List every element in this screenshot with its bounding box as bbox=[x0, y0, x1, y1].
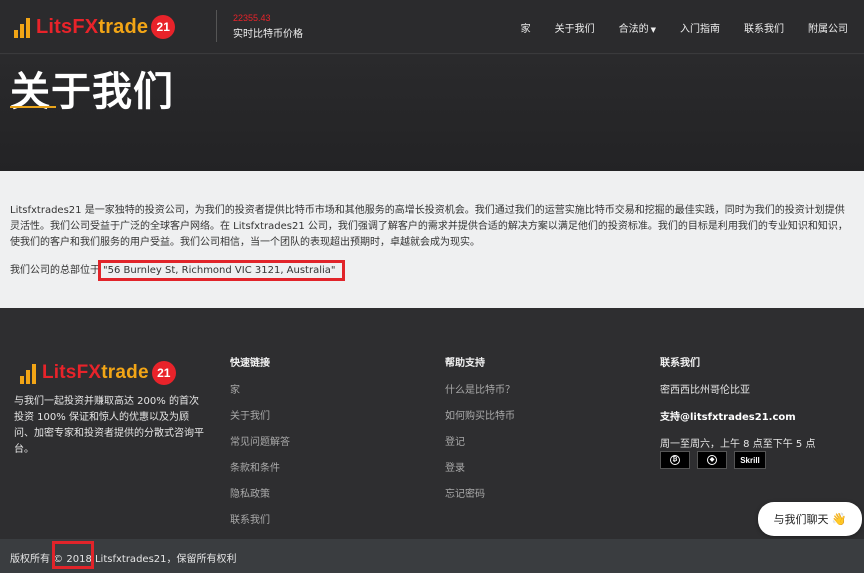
bitcoin-price-label: 实时比特币价格 bbox=[233, 29, 303, 40]
header-divider bbox=[216, 10, 217, 42]
address-highlight: "56 Burnley St, Richmond VIC 3121, Austr… bbox=[98, 260, 345, 281]
payment-methods: ₿ ◆ Skrill bbox=[660, 451, 773, 469]
main-nav: 家 关于我们 合法的 ▼ 入门指南 联系我们 附属公司 bbox=[497, 0, 848, 54]
contact-column: 联系我们 密西西比州哥伦比亚 支持@litsfxtrades21.com 周一至… bbox=[660, 354, 815, 462]
bar-chart-icon bbox=[12, 16, 34, 38]
bar-chart-icon bbox=[18, 362, 40, 384]
footer-link-forgot-password[interactable]: 忘记密码 bbox=[445, 485, 515, 500]
footer-link-how-to-buy[interactable]: 如何购买比特币 bbox=[445, 407, 515, 422]
footer-link-home[interactable]: 家 bbox=[230, 381, 290, 396]
chat-button[interactable]: 与我们聊天 👋 bbox=[758, 502, 862, 536]
quick-links-column: 快速链接 家 关于我们 常见问题解答 条款和条件 隐私政策 联系我们 bbox=[230, 354, 290, 537]
contact-location: 密西西比州哥伦比亚 bbox=[660, 385, 750, 396]
page-title: 关于我们 bbox=[10, 69, 174, 115]
title-underline bbox=[10, 106, 56, 108]
ethereum-icon: ◆ bbox=[697, 451, 727, 469]
headquarters-address: "56 Burnley St, Richmond VIC 3121, Austr… bbox=[103, 265, 336, 276]
page-hero: 关于我们 bbox=[0, 55, 864, 171]
site-logo[interactable]: LitsFXtrade 21 bbox=[12, 12, 176, 42]
footer-link-what-is-bitcoin[interactable]: 什么是比特币？ bbox=[445, 381, 515, 396]
copyright-bar: 版权所有 © 2018 Litsfxtrades21，保留所有权利 bbox=[0, 539, 864, 573]
top-navbar: LitsFXtrade 21 22355.43 实时比特币价格 家 关于我们 合… bbox=[0, 0, 864, 54]
nav-contact[interactable]: 联系我们 bbox=[744, 20, 784, 35]
bitcoin-price-value: 22355.43 bbox=[233, 13, 271, 23]
nav-legal-label: 合法的 bbox=[618, 23, 649, 35]
footer-link-terms[interactable]: 条款和条件 bbox=[230, 459, 290, 474]
footer-logo[interactable]: LitsFXtrade 21 bbox=[18, 358, 176, 388]
footer-logo-badge: 21 bbox=[151, 361, 176, 385]
nav-affiliates[interactable]: 附属公司 bbox=[808, 20, 848, 35]
address-prefix: 我们公司的总部位于 bbox=[10, 265, 100, 276]
chat-label: 与我们聊天 bbox=[773, 513, 829, 526]
logo-text: LitsFXtrade bbox=[36, 15, 149, 38]
contact-title: 联系我们 bbox=[660, 358, 700, 369]
about-section: Litsfxtrades21 是一家独特的投资公司，为我们的投资者提供比特币市场… bbox=[0, 171, 864, 308]
nav-about[interactable]: 关于我们 bbox=[555, 20, 595, 35]
quick-links-title: 快速链接 bbox=[230, 358, 270, 369]
footer-link-faq[interactable]: 常见问题解答 bbox=[230, 433, 290, 448]
contact-email[interactable]: 支持@litsfxtrades21.com bbox=[660, 408, 815, 423]
footer-link-contact[interactable]: 联系我们 bbox=[230, 511, 290, 526]
footer-link-register[interactable]: 登记 bbox=[445, 433, 515, 448]
help-title: 帮助支持 bbox=[445, 358, 485, 369]
skrill-icon: Skrill bbox=[734, 451, 766, 469]
footer-logo-text: LitsFXtrade bbox=[42, 362, 149, 383]
nav-legal[interactable]: 合法的 ▼ bbox=[619, 20, 656, 35]
footer-description: 与我们一起投资并赚取高达 200% 的首次投资 100% 保证和惊人的优惠以及为… bbox=[14, 396, 204, 455]
headquarters-line: 我们公司的总部位于 "56 Burnley St, Richmond VIC 31… bbox=[10, 260, 345, 281]
waving-hand-icon: 👋 bbox=[831, 512, 847, 526]
copyright-text: 版权所有 © 2018 Litsfxtrades21，保留所有权利 bbox=[10, 554, 237, 565]
bitcoin-icon: ₿ bbox=[660, 451, 690, 469]
logo-badge: 21 bbox=[151, 15, 176, 39]
footer-link-about[interactable]: 关于我们 bbox=[230, 407, 290, 422]
about-paragraph: Litsfxtrades21 是一家独特的投资公司，为我们的投资者提供比特币市场… bbox=[10, 205, 848, 248]
nav-getting-started[interactable]: 入门指南 bbox=[680, 20, 720, 35]
help-column: 帮助支持 什么是比特币？ 如何购买比特币 登记 登录 忘记密码 bbox=[445, 354, 515, 511]
copyright-highlight bbox=[52, 541, 94, 569]
caret-down-icon: ▼ bbox=[650, 25, 656, 34]
footer-link-login[interactable]: 登录 bbox=[445, 459, 515, 474]
nav-home[interactable]: 家 bbox=[521, 20, 531, 35]
bitcoin-price-widget: 22355.43 实时比特币价格 bbox=[233, 13, 303, 40]
footer-link-privacy[interactable]: 隐私政策 bbox=[230, 485, 290, 500]
contact-hours: 周一至周六，上午 8 点至下午 5 点 bbox=[660, 439, 816, 450]
site-footer: LitsFXtrade 21 与我们一起投资并赚取高达 200% 的首次投资 1… bbox=[0, 308, 864, 539]
